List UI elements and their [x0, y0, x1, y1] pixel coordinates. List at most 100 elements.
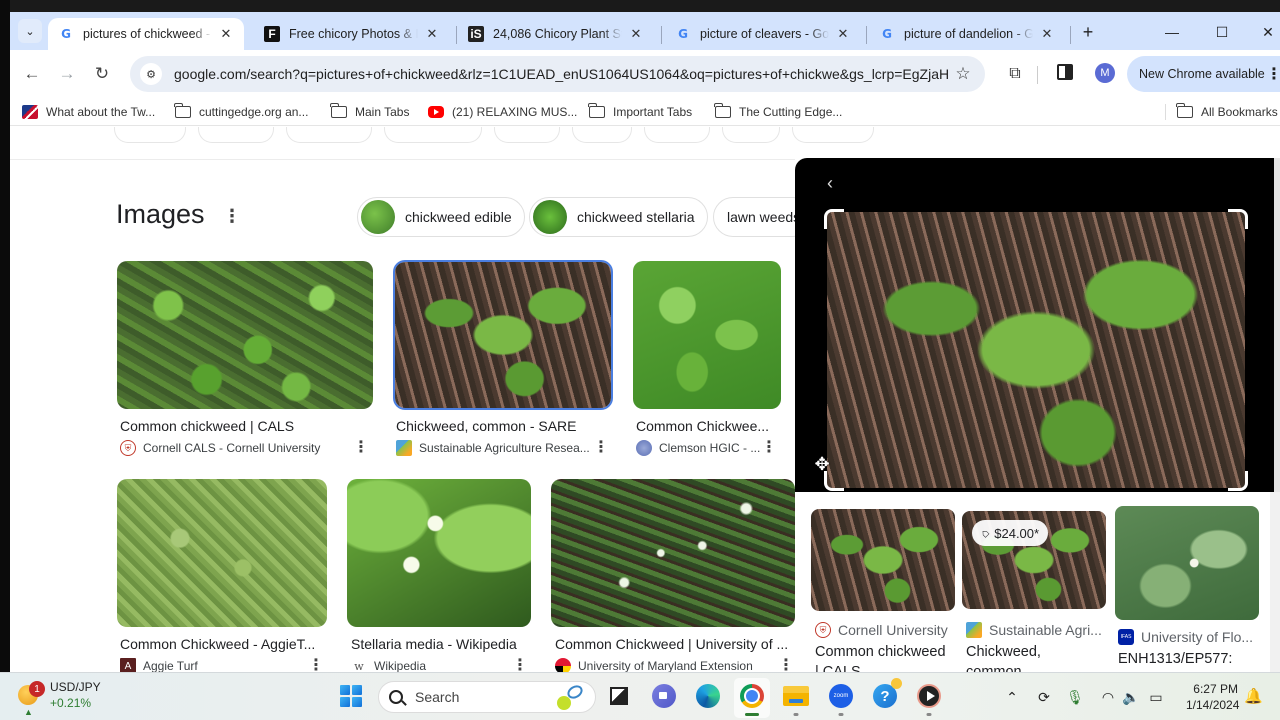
tab-chicory-stock-photos[interactable]: iS 24,086 Chicory Plant Stock Photos ✕ [458, 18, 654, 50]
address-bar[interactable]: ⚙ google.com/search?q=pictures+of+chickw… [130, 56, 985, 92]
related-title[interactable]: Common chickweed [815, 644, 946, 660]
tab-free-chicory-photos[interactable]: F Free chicory Photos & Pictures ✕ [254, 18, 450, 50]
result-menu-icon[interactable]: ⋮ [778, 655, 794, 672]
url-text[interactable]: google.com/search?q=pictures+of+chickwee… [174, 66, 949, 82]
close-tab-icon[interactable]: ✕ [424, 26, 440, 42]
result-title[interactable]: Common Chickwee... [636, 418, 769, 434]
more-vertical-icon[interactable]: ⋮ [1266, 64, 1280, 84]
crop-corner-handle[interactable] [1228, 471, 1248, 491]
result-title[interactable]: Stellaria media - Wikipedia [351, 636, 517, 652]
currency-widget[interactable]: 1 ▲ USD/JPY +0.21% [18, 679, 101, 717]
file-explorer-app[interactable] [783, 683, 809, 716]
result-source[interactable]: A Aggie Turf [120, 658, 198, 672]
new-chrome-available-button[interactable]: New Chrome available ⋮ [1127, 56, 1280, 92]
related-source[interactable]: Sustainable Agri... [966, 622, 1102, 638]
result-title[interactable]: Common Chickweed - AggieT... [120, 636, 315, 652]
result-source[interactable]: University of Maryland Extension [555, 658, 753, 672]
wifi-icon[interactable]: ◠ [1098, 687, 1118, 707]
filter-chip[interactable] [722, 127, 780, 143]
related-image-sare[interactable]: ⌂ $24.00* [962, 511, 1106, 609]
battery-icon[interactable]: ▭ [1146, 687, 1166, 707]
result-image-clemson[interactable] [633, 261, 781, 409]
close-tab-icon[interactable]: ✕ [628, 26, 644, 42]
tab-picture-of-cleavers[interactable]: G picture of cleavers - Google Search ✕ [665, 18, 861, 50]
filter-chip[interactable] [286, 127, 372, 143]
related-image-cornell[interactable] [811, 509, 955, 611]
forward-button[interactable]: → [55, 62, 79, 86]
preview-scrollbar[interactable] [1274, 158, 1280, 492]
result-source[interactable]: w Wikipedia [351, 658, 426, 672]
side-panel-icon[interactable] [1057, 64, 1073, 80]
result-source[interactable]: Clemson HGIC - ... [636, 440, 760, 456]
meet-app[interactable] [651, 683, 677, 709]
tab-search-button[interactable]: ⌄ [18, 19, 42, 43]
notification-bell-icon[interactable]: 🔔 [1244, 687, 1263, 705]
maximize-button[interactable]: ☐ [1210, 21, 1234, 43]
start-button[interactable] [340, 685, 362, 707]
related-chip-chickweed-edible[interactable]: chickweed edible [357, 197, 525, 237]
filter-chip[interactable] [644, 127, 710, 143]
result-menu-icon[interactable]: ⋮ [512, 655, 528, 672]
task-view-button[interactable] [606, 683, 632, 709]
close-tab-icon[interactable]: ✕ [835, 26, 851, 42]
bookmark-cutting-edge[interactable]: The Cutting Edge... [714, 102, 842, 122]
filter-chip[interactable] [198, 127, 274, 143]
result-image-sare[interactable] [393, 260, 613, 410]
all-bookmarks-button[interactable]: All Bookmarks [1176, 102, 1278, 122]
result-title[interactable]: Common chickweed | CALS [120, 418, 294, 434]
bookmark-important-tabs[interactable]: Important Tabs [588, 102, 692, 122]
result-title[interactable]: Common Chickweed | University of ... [555, 636, 788, 652]
filter-chip[interactable] [792, 127, 874, 143]
chrome-app[interactable] [739, 683, 765, 716]
related-chip-chickweed-stellaria[interactable]: chickweed stellaria [529, 197, 708, 237]
site-info-icon[interactable]: ⚙ [140, 63, 162, 85]
filter-chip[interactable] [494, 127, 560, 143]
close-tab-icon[interactable]: ✕ [1039, 26, 1055, 42]
result-menu-icon[interactable]: ⋮ [308, 655, 324, 672]
media-player-app[interactable] [916, 683, 942, 716]
related-title[interactable]: ENH1313/EP577: [1118, 651, 1232, 667]
result-menu-icon[interactable]: ⋮ [761, 437, 777, 457]
microphone-icon[interactable]: 🎙 [1066, 687, 1084, 707]
panel-scrollbar[interactable] [1270, 492, 1280, 672]
result-image-wikipedia[interactable] [347, 479, 531, 627]
show-hidden-icons-button[interactable]: ⌃ [1004, 687, 1020, 707]
result-image-cornell[interactable] [117, 261, 373, 409]
bookmark-star-icon[interactable]: ☆ [949, 64, 977, 84]
crop-corner-handle[interactable] [1228, 209, 1248, 229]
volume-icon[interactable]: 🔈 [1122, 687, 1140, 707]
result-image-umd[interactable] [551, 479, 795, 627]
new-tab-button[interactable]: + [1077, 21, 1099, 43]
filter-chip[interactable] [384, 127, 482, 143]
bookmark-what-about[interactable]: What about the Tw... [22, 102, 155, 122]
system-clock[interactable]: 6:27 PM 1/14/2024 [1186, 681, 1239, 713]
result-menu-icon[interactable]: ⋮ [593, 437, 609, 457]
edge-app[interactable] [695, 683, 721, 709]
related-source[interactable]: ⛨ Cornell University [815, 622, 948, 638]
filter-chip[interactable] [114, 127, 186, 143]
related-source[interactable]: IFAS University of Flo... [1118, 629, 1253, 645]
tab-picture-of-dandelion[interactable]: G picture of dandelion - Google Search ✕ [869, 18, 1065, 50]
sync-icon[interactable]: ⟳ [1034, 687, 1054, 707]
result-title[interactable]: Chickweed, common - SARE [396, 418, 577, 434]
more-options-icon[interactable]: ⋮ [223, 206, 241, 227]
profile-avatar[interactable]: M [1095, 63, 1115, 83]
result-image-aggie-turf[interactable] [117, 479, 327, 627]
zoom-app[interactable]: zoom [828, 683, 854, 716]
taskbar-search[interactable]: Search [378, 681, 596, 713]
preview-image[interactable] [827, 212, 1245, 488]
bookmark-main-tabs[interactable]: Main Tabs [330, 102, 409, 122]
result-source[interactable]: ⛨ Cornell CALS - Cornell University [120, 440, 320, 456]
reload-button[interactable]: ↻ [90, 62, 114, 86]
back-button[interactable]: ← [20, 62, 44, 86]
close-window-button[interactable]: ✕ [1256, 21, 1280, 43]
bookmark-cuttingedge[interactable]: cuttingedge.org an... [174, 102, 308, 122]
crop-corner-handle[interactable] [824, 209, 844, 229]
tab-pictures-of-chickweed[interactable]: G pictures of chickweed - Google Search … [48, 18, 244, 50]
result-source[interactable]: Sustainable Agriculture Resea... [396, 440, 590, 456]
related-image-uf[interactable] [1115, 506, 1259, 620]
filter-chip[interactable] [572, 127, 632, 143]
bookmark-relaxing-music[interactable]: (21) RELAXING MUS... [428, 102, 577, 122]
related-title[interactable]: Chickweed, [966, 644, 1041, 660]
result-menu-icon[interactable]: ⋮ [353, 437, 369, 457]
